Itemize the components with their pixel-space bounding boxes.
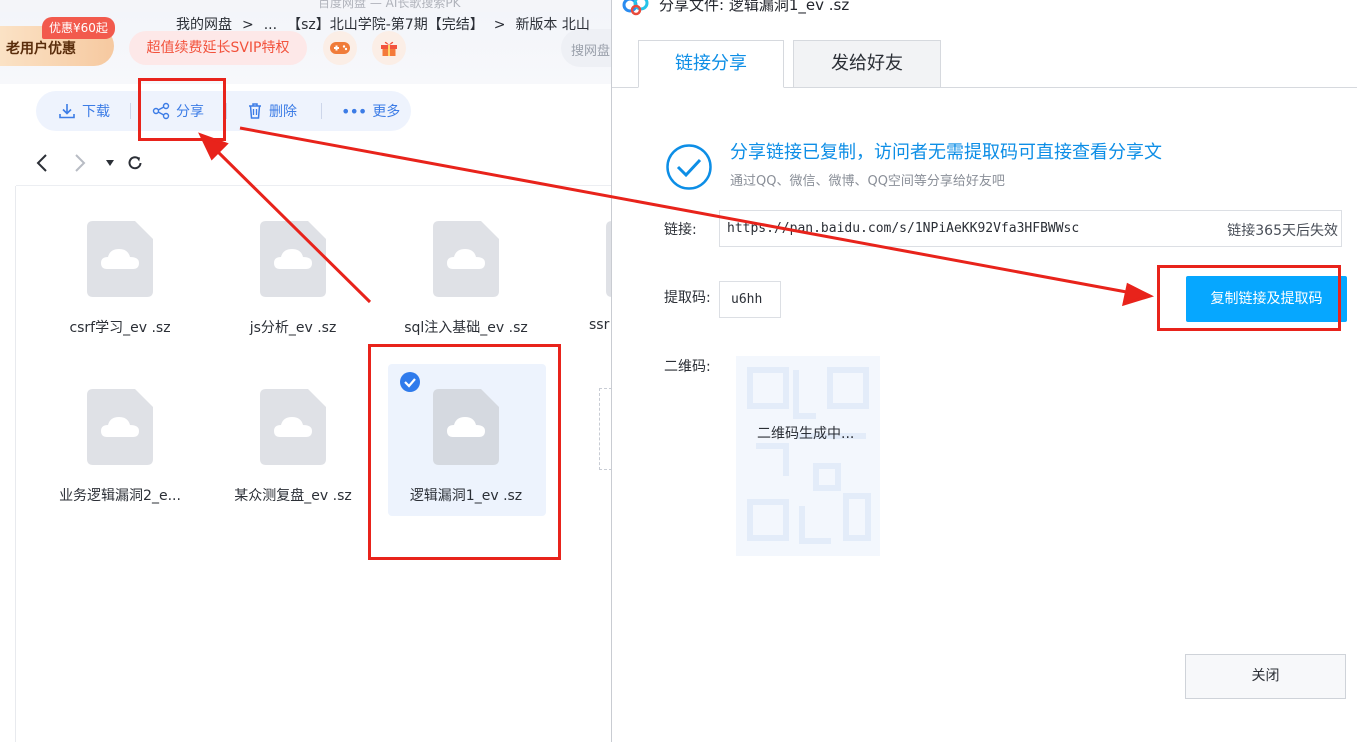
qr-code-placeholder [736,356,880,556]
cloud-file-icon [87,389,153,465]
extract-code-value: u6hh [731,292,763,307]
cloud-file-icon [260,389,326,465]
dialog-titlebar: 分享文件: 逻辑漏洞1_ev .sz [612,0,1357,22]
dialog-title: 分享文件: 逻辑漏洞1_ev .sz [659,0,850,14]
qr-label: 二维码: [664,359,711,375]
file-name: csrf学习_ev .sz [69,320,171,336]
extract-code-field[interactable]: u6hh [719,281,781,318]
annotation-box-share [138,78,226,141]
annotation-box-file [368,344,561,560]
code-label: 提取码: [664,290,711,306]
success-title: 分享链接已复制，访问者无需提取码可直接查看分享文 [730,142,1162,163]
link-label: 链接: [664,222,697,238]
file-item[interactable]: 某众测复盘_ev .sz [218,389,368,509]
breadcrumb-ellipsis[interactable]: ... [264,17,277,33]
refresh-icon[interactable] [127,155,143,171]
search-placeholder: 搜网盘 [571,44,611,59]
toolbar-divider [321,103,322,119]
trash-icon [249,103,261,119]
baidu-netdisk-logo-icon [622,0,649,16]
file-item[interactable]: 业务逻辑漏洞2_e... [45,389,195,509]
download-label: 下载 [82,104,110,120]
breadcrumb-item[interactable]: 【sz】北山学院-第7期【完结】 [287,17,484,33]
more-dots-icon: ••• [341,101,367,121]
breadcrumb: 我的网盘 >... 【sz】北山学院-第7期【完结】 > 新版本 北山 [176,14,600,34]
vip-renew-button[interactable]: 超值续费延长SVIP特权 [129,31,307,65]
more-button[interactable]: ••• 更多 [341,91,400,131]
annotation-box-copy [1157,265,1341,331]
tab-send-friends[interactable]: 发给好友 [793,40,941,88]
share-link-field[interactable]: https://pan.baidu.com/s/1NPiAeKK92Vfa3HF… [719,210,1342,247]
path-bar [16,140,612,186]
back-arrow-icon[interactable] [36,154,48,172]
cloud-file-icon [87,221,153,297]
delete-button[interactable]: 删除 [247,91,297,131]
qr-status: 二维码生成中... [757,426,855,442]
toolbar-divider [226,103,227,119]
gift-icon-button[interactable] [372,31,406,65]
file-name: sql注入基础_ev .sz [404,320,528,336]
promo-badge: 优惠¥60起 [42,17,115,39]
breadcrumb-item[interactable]: 我的网盘 [176,17,232,33]
share-dialog: 分享文件: 逻辑漏洞1_ev .sz 链接分享 发给好友 分享链接已复制，访问者… [611,0,1357,742]
link-expiry: 链接365天后失效 [1227,223,1338,239]
toolbar-divider [130,103,131,119]
file-name: 业务逻辑漏洞2_e... [59,488,181,504]
cloud-file-icon [260,221,326,297]
gamepad-icon [330,42,350,54]
gift-icon [381,41,397,56]
breadcrumb-separator: > [242,17,254,33]
search-input[interactable]: 搜网盘 [561,29,612,67]
file-item[interactable]: csrf学习_ev .sz [45,221,195,341]
file-name: 某众测复盘_ev .sz [234,488,352,504]
file-item[interactable]: sql注入基础_ev .sz [391,221,541,341]
share-link-url[interactable]: https://pan.baidu.com/s/1NPiAeKK92Vfa3HF… [727,221,1087,236]
file-item[interactable]: js分析_ev .sz [218,221,368,341]
file-name: ssr [589,317,610,333]
file-item[interactable]: ssr [564,221,612,341]
forward-arrow-icon[interactable] [74,154,86,172]
download-icon [59,104,75,119]
tab-link-share[interactable]: 链接分享 [638,40,784,88]
breadcrumb-item[interactable]: 新版本 北山 [515,17,589,33]
more-label: 更多 [372,104,401,120]
window-title: 百度网盘 — AI长歌搜索PK [318,0,461,10]
dropdown-caret-icon[interactable] [105,159,115,167]
file-name: js分析_ev .sz [249,320,337,336]
pane-divider [15,186,16,742]
breadcrumb-separator: > [493,17,506,33]
close-button[interactable]: 关闭 [1185,654,1346,699]
success-check-icon [666,144,712,190]
cloud-file-icon [433,221,499,297]
success-subtitle: 通过QQ、微信、微博、QQ空间等分享给好友吧 [730,174,1005,189]
promo-label: 老用户优惠 [6,41,76,57]
delete-label: 删除 [269,104,297,120]
window-title-strip: 百度网盘 — AI长歌搜索PK [0,0,612,12]
download-button[interactable]: 下载 [58,91,110,131]
game-icon-button[interactable] [323,31,357,65]
